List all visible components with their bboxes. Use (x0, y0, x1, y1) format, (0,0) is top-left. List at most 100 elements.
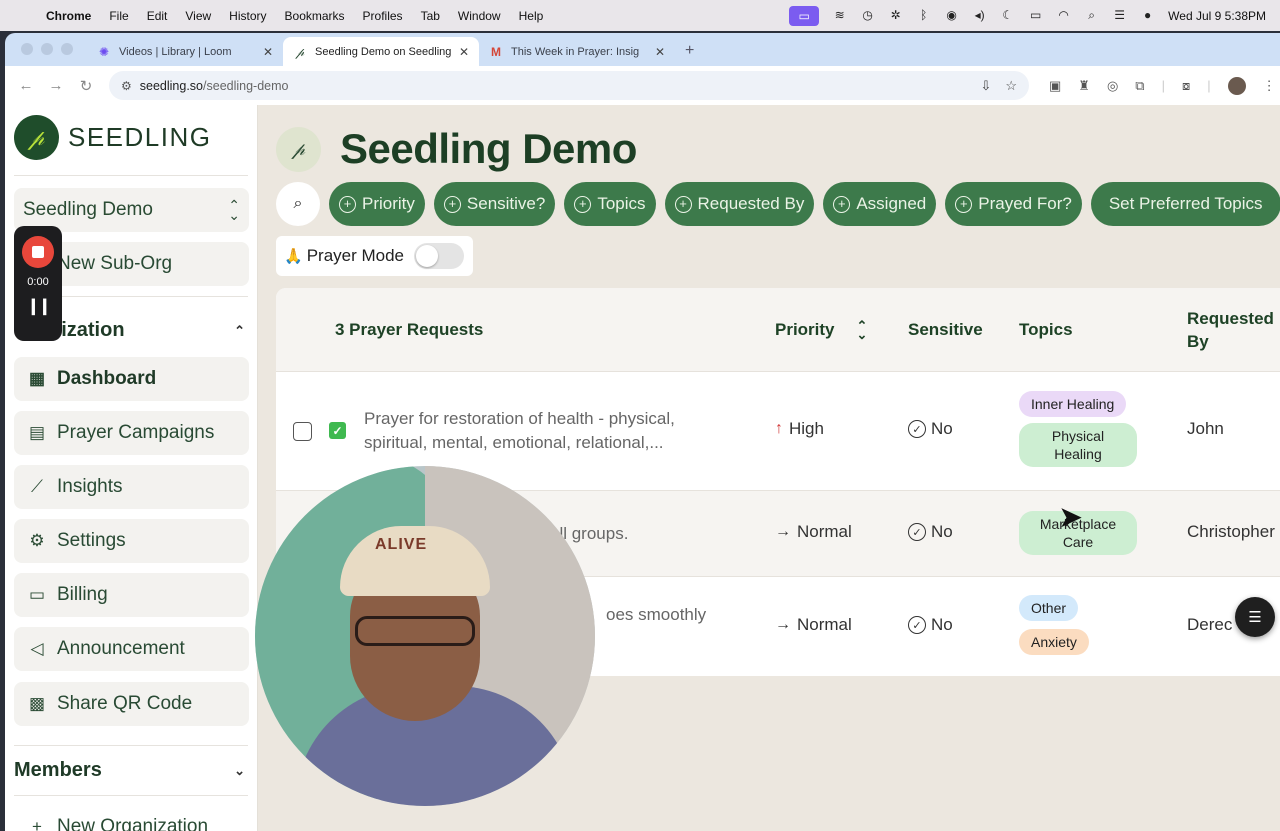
close-tab-icon[interactable]: ✕ (655, 45, 665, 59)
tab-seedling[interactable]: 𝓅 Seedling Demo on Seedling ✕ (283, 37, 479, 66)
filter-label: Sensitive? (466, 194, 546, 213)
filter-menu-fab[interactable]: ☰ (1235, 597, 1275, 637)
search-icon[interactable]: ⌕ (276, 182, 320, 226)
sort-icon[interactable]: ⌃ ⌄ (857, 319, 868, 341)
reload-icon[interactable]: ↻ (77, 77, 95, 95)
sidebar-item-insights[interactable]: ⟋ Insights (14, 465, 249, 509)
row-select-checkbox[interactable] (293, 422, 312, 441)
tab-loom[interactable]: ✺ Videos | Library | Loom ✕ (87, 37, 283, 66)
set-preferred-topics-button[interactable]: Set Preferred Topics (1090, 182, 1280, 226)
tab-gmail[interactable]: M This Week in Prayer: Insig ✕ (479, 37, 675, 66)
filter-sensitive[interactable]: + Sensitive? (433, 182, 556, 226)
search-icon[interactable]: ⌕ (1084, 9, 1099, 22)
members-section-header[interactable]: Members ⌄ (14, 759, 249, 782)
topic-tag[interactable]: Physical Healing (1019, 423, 1137, 467)
filter-label: Requested By (697, 194, 805, 213)
filter-prayed-for[interactable]: + Prayed For? (945, 182, 1082, 226)
mouse-cursor-icon: ➤ (1058, 501, 1084, 534)
brand-logo[interactable]: 𝓅 SEEDLING (14, 115, 212, 160)
topic-tag[interactable]: Inner Healing (1019, 391, 1127, 417)
battery-icon[interactable]: ▭ (1028, 9, 1043, 22)
sidebar-item-label: Prayer Campaigns (57, 422, 215, 443)
chevron-updown-icon: ⌃ ⌄ (228, 197, 240, 223)
volume-icon[interactable]: ◂) (972, 9, 987, 22)
forward-icon[interactable]: → (47, 77, 65, 94)
puzzle-extensions-icon[interactable]: ⧉ (1135, 78, 1144, 94)
wifi-icon[interactable]: ◠ (1056, 9, 1071, 22)
extension-icon[interactable]: ♜ (1078, 78, 1090, 94)
minimize-window-button[interactable] (41, 43, 53, 55)
camera-extension-icon[interactable]: ◎ (1107, 78, 1118, 94)
sidebar-item-dashboard[interactable]: ▦ Dashboard (14, 357, 249, 401)
one-password-icon[interactable]: ◉ (944, 9, 959, 22)
tab-search-icon[interactable]: ⧇ (1182, 78, 1190, 94)
close-tab-icon[interactable]: ✕ (459, 45, 469, 59)
site-info-icon[interactable]: ⚙ (121, 79, 132, 93)
close-tab-icon[interactable]: ✕ (263, 45, 273, 59)
gear-icon: ⚙ (29, 531, 45, 550)
sidebar-item-announcement[interactable]: ◁ Announcement (14, 627, 249, 671)
siri-icon[interactable]: ● (1140, 9, 1155, 22)
filter-priority[interactable]: + Priority (329, 182, 425, 226)
new-organization-button[interactable]: + New Organization (14, 805, 249, 831)
extension-icon[interactable]: ▣ (1049, 78, 1061, 94)
priority-cell: ↑ High (775, 419, 824, 439)
sidebar-item-billing[interactable]: ▭ Billing (14, 573, 249, 617)
stop-recording-button[interactable] (22, 236, 54, 268)
checkbox[interactable] (293, 422, 312, 441)
zoom-window-button[interactable] (61, 43, 73, 55)
sidebar-item-settings[interactable]: ⚙ Settings (14, 519, 249, 563)
menu-view[interactable]: View (185, 9, 211, 23)
webcam-bubble[interactable]: ALIVE (255, 466, 595, 806)
bookmark-star-icon[interactable]: ☆ (1005, 78, 1017, 94)
chevron-down-icon: ⌄ (234, 762, 245, 778)
bluetooth-icon[interactable]: ᛒ (916, 9, 931, 22)
menu-tab[interactable]: Tab (421, 9, 440, 23)
control-center-icon[interactable]: ☰ (1112, 9, 1127, 22)
menu-file[interactable]: File (109, 9, 128, 23)
menu-history[interactable]: History (229, 9, 266, 23)
menu-bookmarks[interactable]: Bookmarks (285, 9, 345, 23)
sidebar-item-share-qr[interactable]: ▩ Share QR Code (14, 682, 249, 726)
menu-app-name[interactable]: Chrome (46, 9, 91, 23)
sidebar-item-prayer-campaigns[interactable]: ▤ Prayer Campaigns (14, 411, 249, 455)
prayed-check[interactable]: ✓ (329, 422, 346, 439)
filter-requested-by[interactable]: + Requested By (664, 182, 815, 226)
address-bar[interactable]: ⚙ seedling.so/seedling-demo ⇩ ☆ (109, 71, 1029, 100)
app-status-icon[interactable]: ✲ (888, 9, 903, 22)
install-app-icon[interactable]: ⇩ (980, 78, 991, 94)
plus-circle-icon: + (955, 195, 973, 213)
list-filter-icon: ☰ (1248, 609, 1262, 626)
url-text[interactable]: seedling.so/seedling-demo (140, 79, 967, 93)
screen-record-icon[interactable]: ▭ (789, 5, 820, 26)
pause-icon[interactable]: ❙❙ (27, 296, 52, 316)
menubar-clock[interactable]: Wed Jul 9 5:38PM (1168, 9, 1266, 23)
topic-tag[interactable]: Anxiety (1019, 629, 1089, 655)
back-icon[interactable]: ← (17, 77, 35, 94)
plus-icon: + (32, 817, 42, 831)
request-text[interactable]: Prayer for restoration of health - physi… (364, 407, 675, 455)
menu-window[interactable]: Window (458, 9, 501, 23)
menu-help[interactable]: Help (519, 9, 544, 23)
new-tab-icon[interactable]: + (685, 42, 694, 60)
loom-recorder-controls: 0:00 ❙❙ (14, 226, 62, 341)
topic-tag[interactable]: Other (1019, 595, 1079, 621)
close-window-button[interactable] (21, 43, 33, 55)
filter-topics[interactable]: + Topics (564, 182, 656, 226)
gmail-icon: M (491, 44, 501, 59)
menu-edit[interactable]: Edit (147, 9, 168, 23)
qr-code-icon: ▩ (28, 694, 46, 713)
menu-profiles[interactable]: Profiles (363, 9, 403, 23)
filter-assigned[interactable]: + Assigned (823, 182, 937, 226)
more-menu-icon[interactable]: ⋮ (1263, 78, 1276, 94)
macos-menubar: Chrome File Edit View History Bookmarks … (0, 0, 1280, 31)
sidebar: 𝓅 SEEDLING Seedling Demo ⌃ ⌄ New Sub-Org … (5, 105, 258, 831)
priority-column-header[interactable]: Priority ⌃ ⌄ (775, 288, 867, 372)
profile-avatar[interactable] (1227, 76, 1246, 95)
requested-by-column-header: Requested By (1187, 309, 1274, 351)
focus-moon-icon[interactable]: ☾ (1000, 9, 1015, 22)
time-machine-icon[interactable]: ◷ (860, 9, 875, 22)
request-text[interactable]: oes smoothly (606, 603, 706, 627)
stage-manager-icon[interactable]: ≋ (832, 9, 847, 22)
prayer-mode-toggle[interactable] (414, 243, 465, 269)
